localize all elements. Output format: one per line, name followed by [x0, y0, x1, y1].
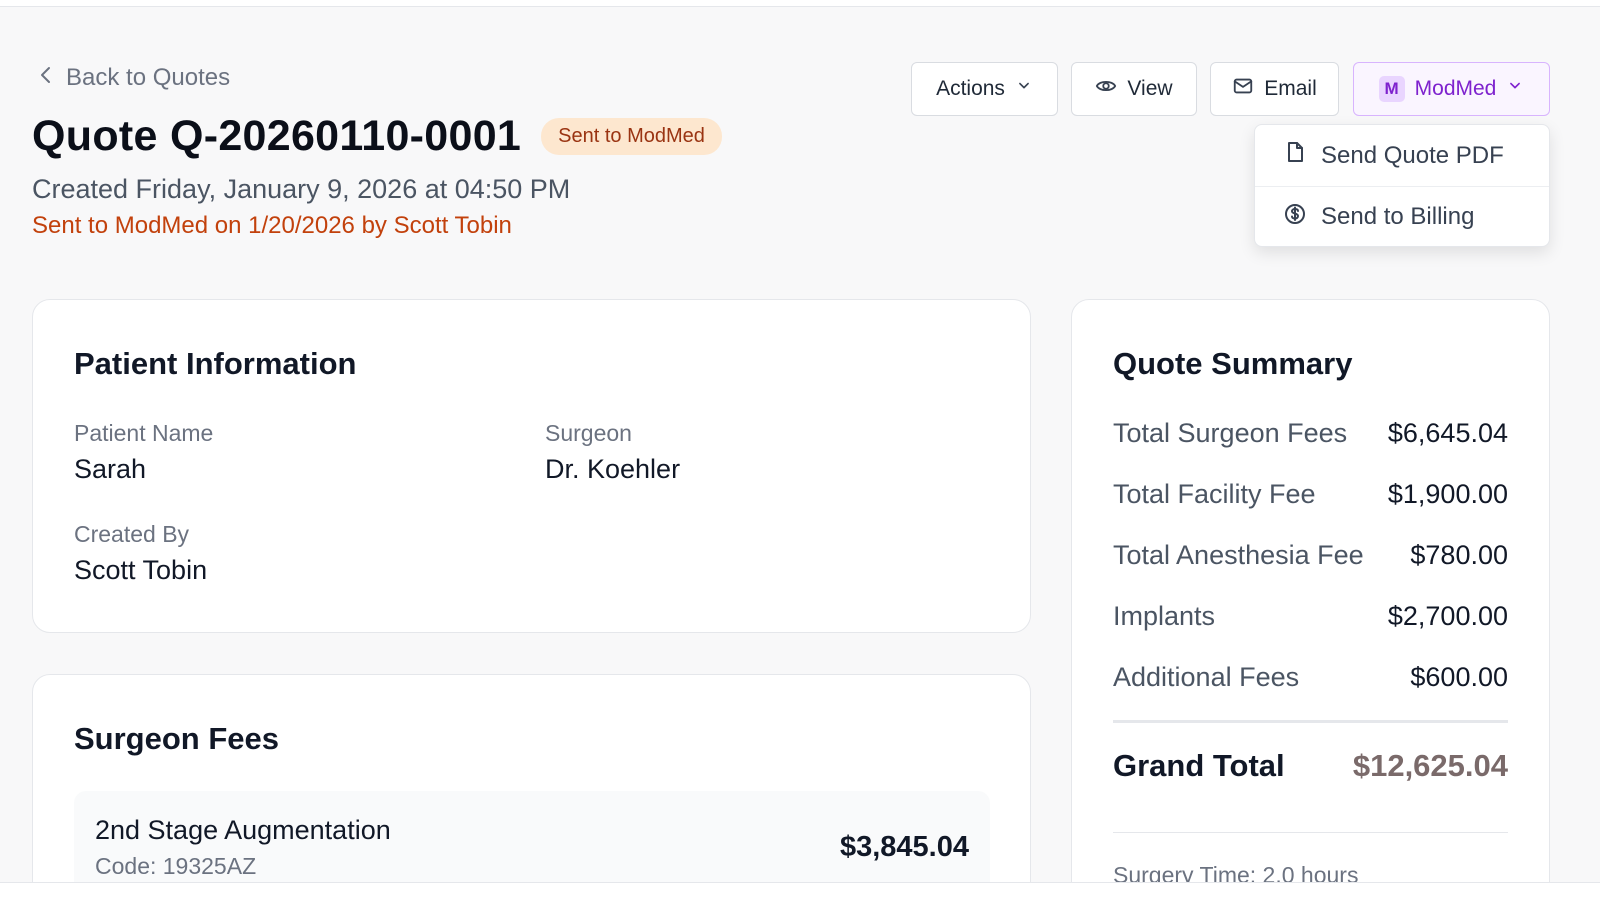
quote-summary-card: Quote Summary Total Surgeon Fees $6,645.…	[1071, 299, 1550, 900]
patient-name-value: Sarah	[74, 454, 147, 484]
summary-label: Total Facility Fee	[1113, 479, 1316, 509]
actions-button[interactable]: Actions	[911, 62, 1058, 116]
fee-procedure-code: Code: 19325AZ	[95, 853, 257, 879]
summary-row-anesthesia-fee: Total Anesthesia Fee $780.00	[1113, 540, 1508, 571]
summary-value: $6,645.04	[1387, 418, 1508, 448]
card-title: Surgeon Fees	[74, 721, 279, 756]
patient-name-label: Patient Name	[74, 420, 214, 446]
back-to-quotes-link[interactable]: Back to Quotes	[36, 64, 230, 92]
summary-label: Implants	[1113, 601, 1216, 631]
fee-procedure-name: 2nd Stage Augmentation	[95, 815, 391, 845]
summary-row-additional-fees: Additional Fees $600.00	[1113, 662, 1508, 693]
summary-label: Total Anesthesia Fee	[1113, 540, 1364, 570]
summary-label: Additional Fees	[1113, 662, 1300, 692]
menu-item-send-to-billing[interactable]: Send to Billing	[1255, 186, 1549, 247]
view-label: View	[1127, 77, 1173, 100]
email-button[interactable]: Email	[1210, 62, 1339, 116]
summary-divider	[1113, 720, 1508, 723]
summary-value: $1,900.00	[1387, 479, 1508, 509]
summary-divider	[1113, 832, 1508, 833]
created-by-value: Scott Tobin	[74, 555, 208, 585]
back-link-label: Back to Quotes	[66, 64, 231, 91]
summary-value: $2,700.00	[1387, 601, 1508, 631]
patient-information-card: Patient Information Patient Name Sarah S…	[32, 299, 1031, 633]
summary-row-surgeon-fees: Total Surgeon Fees $6,645.04	[1113, 418, 1508, 449]
chevron-down-icon	[1506, 77, 1524, 101]
summary-row-facility-fee: Total Facility Fee $1,900.00	[1113, 479, 1508, 510]
card-title: Quote Summary	[1113, 346, 1353, 381]
modmed-button[interactable]: M ModMed	[1353, 62, 1550, 116]
grand-total-value: $12,625.04	[1352, 748, 1508, 783]
file-icon	[1283, 140, 1307, 171]
created-by-label: Created By	[74, 521, 190, 547]
summary-label: Total Surgeon Fees	[1113, 418, 1348, 448]
mail-icon	[1232, 75, 1254, 103]
sent-status-line: Sent to ModMed on 1/20/2026 by Scott Tob…	[32, 212, 512, 239]
summary-value: $600.00	[1410, 662, 1508, 692]
modmed-dropdown-menu: Send Quote PDF Send to Billing	[1254, 124, 1550, 247]
summary-row-implants: Implants $2,700.00	[1113, 601, 1508, 632]
surgeon-value: Dr. Koehler	[545, 454, 681, 484]
menu-item-label: Send Quote PDF	[1321, 141, 1504, 169]
page-title: Quote Q-20260110-0001	[32, 112, 522, 160]
title-row: Quote Q-20260110-0001 Sent to ModMed	[32, 112, 722, 161]
created-timestamp: Created Friday, January 9, 2026 at 04:50…	[32, 174, 571, 204]
grand-total-row: Grand Total $12,625.04	[1113, 748, 1508, 784]
summary-value: $780.00	[1410, 540, 1508, 570]
dollar-circle-icon	[1283, 202, 1307, 233]
surgeon-fees-card: Surgeon Fees 2nd Stage Augmentation Code…	[32, 674, 1031, 900]
chevron-down-icon	[1015, 77, 1033, 101]
actions-label: Actions	[936, 77, 1005, 100]
bottom-bar	[0, 882, 1600, 900]
eye-icon	[1095, 75, 1117, 103]
chevron-left-icon	[36, 64, 56, 92]
menu-item-send-quote-pdf[interactable]: Send Quote PDF	[1255, 125, 1549, 186]
view-button[interactable]: View	[1071, 62, 1197, 116]
email-label: Email	[1264, 77, 1317, 100]
card-title: Patient Information	[74, 346, 357, 381]
modmed-label: ModMed	[1414, 77, 1497, 100]
top-bar	[0, 0, 1600, 7]
status-badge: Sent to ModMed	[541, 118, 722, 155]
fee-amount: $3,845.04	[839, 831, 969, 863]
modmed-logo-badge: M	[1378, 76, 1405, 102]
surgeon-label: Surgeon	[545, 420, 632, 446]
grand-total-label: Grand Total	[1113, 748, 1285, 783]
menu-item-label: Send to Billing	[1321, 203, 1475, 230]
